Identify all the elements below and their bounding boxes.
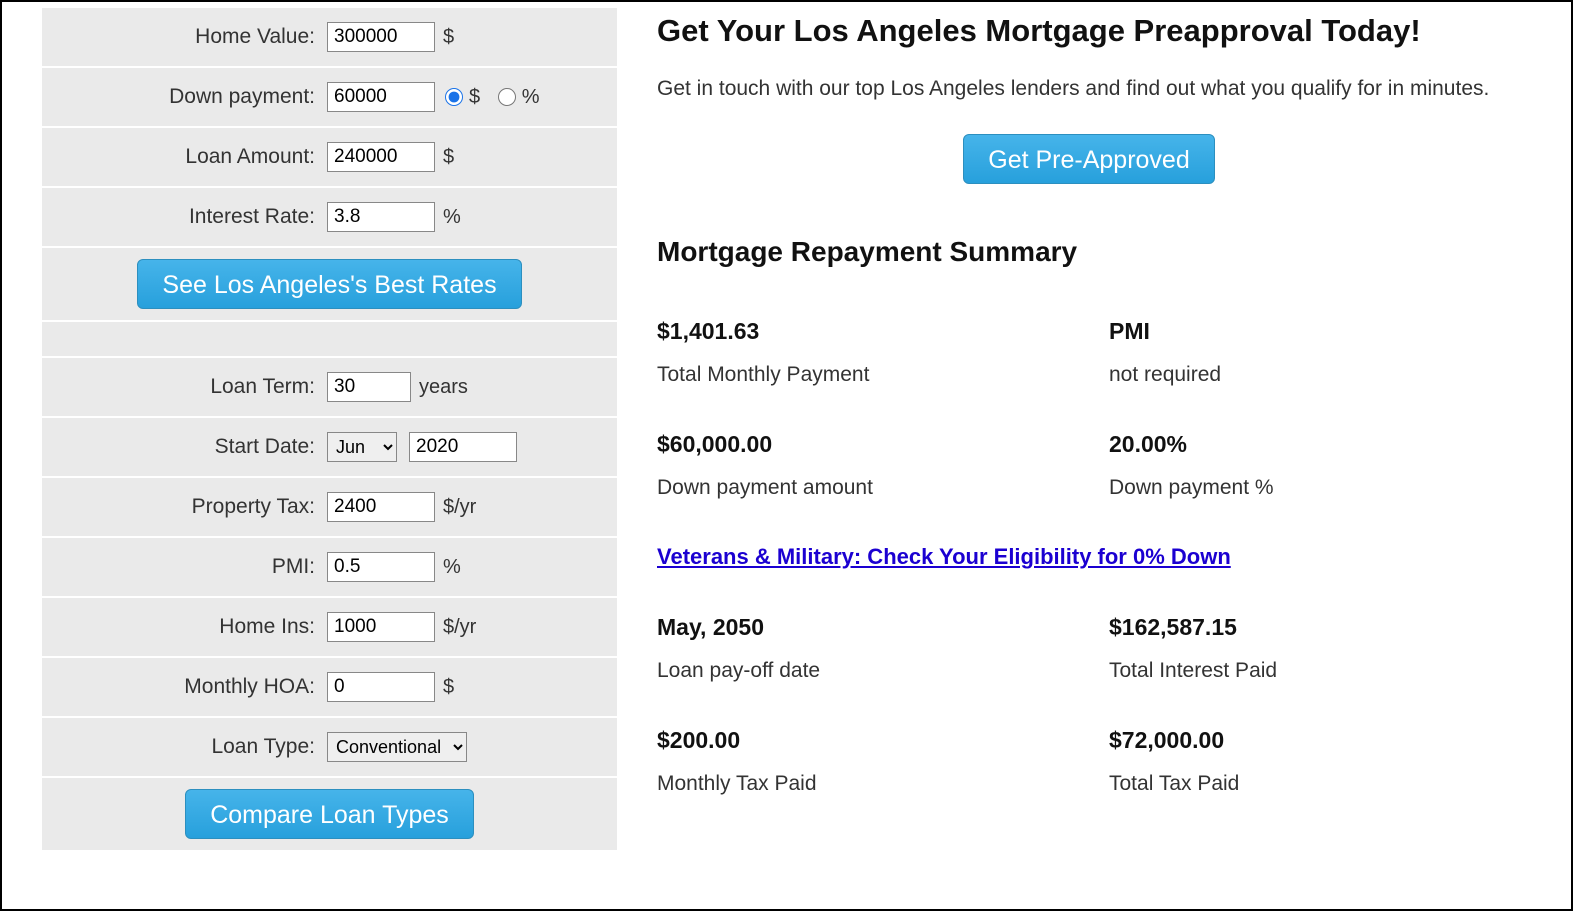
summary-down-pct: 20.00% Down payment % — [1109, 431, 1521, 500]
row-hoa: Monthly HOA: $ — [42, 658, 617, 716]
row-loan-type: Loan Type: Conventional — [42, 718, 617, 776]
loan-term-input[interactable] — [327, 372, 411, 402]
summary-heading: Mortgage Repayment Summary — [657, 236, 1521, 268]
preapproval-subtext: Get in touch with our top Los Angeles le… — [657, 73, 1521, 105]
row-property-tax: Property Tax: $/yr — [42, 478, 617, 536]
row-loan-amount: Loan Amount: $ — [42, 128, 617, 186]
loan-type-label: Loan Type: — [52, 735, 327, 759]
home-value-input[interactable] — [327, 22, 435, 52]
pmi-input[interactable] — [327, 552, 435, 582]
row-down-payment: Down payment: $ % — [42, 68, 617, 126]
home-value-label: Home Value: — [52, 25, 327, 49]
summary-down-amount: $60,000.00 Down payment amount — [657, 431, 1069, 500]
loan-amount-unit: $ — [443, 146, 454, 169]
home-ins-unit: $/yr — [443, 616, 476, 639]
row-home-value: Home Value: $ — [42, 8, 617, 66]
summary-pmi-status: PMI not required — [1109, 318, 1521, 387]
hoa-input[interactable] — [327, 672, 435, 702]
down-payment-dollar-radio[interactable] — [445, 88, 463, 106]
summary-monthly-payment: $1,401.63 Total Monthly Payment — [657, 318, 1069, 387]
preapproval-heading: Get Your Los Angeles Mortgage Preapprova… — [657, 12, 1521, 51]
dollar-unit-label: $ — [469, 86, 480, 109]
veterans-eligibility-link[interactable]: Veterans & Military: Check Your Eligibil… — [657, 544, 1521, 570]
summary-row-2: $60,000.00 Down payment amount 20.00% Do… — [657, 431, 1521, 544]
start-date-label: Start Date: — [52, 435, 327, 459]
loan-term-label: Loan Term: — [52, 375, 327, 399]
loan-type-select[interactable]: Conventional — [327, 732, 467, 762]
home-ins-input[interactable] — [327, 612, 435, 642]
get-preapproved-button[interactable]: Get Pre-Approved — [963, 134, 1215, 184]
home-ins-label: Home Ins: — [52, 615, 327, 639]
row-home-ins: Home Ins: $/yr — [42, 598, 617, 656]
summary-row-3: May, 2050 Loan pay-off date $162,587.15 … — [657, 614, 1521, 727]
summary-row-1: $1,401.63 Total Monthly Payment PMI not … — [657, 318, 1521, 431]
start-month-select[interactable]: Jun — [327, 432, 397, 462]
property-tax-label: Property Tax: — [52, 495, 327, 519]
loan-amount-input[interactable] — [327, 142, 435, 172]
spacer — [42, 322, 617, 356]
interest-rate-unit: % — [443, 206, 461, 229]
row-pmi: PMI: % — [42, 538, 617, 596]
loan-term-unit: years — [419, 376, 468, 399]
row-compare: Compare Loan Types — [42, 778, 617, 850]
percent-unit-label: % — [522, 86, 540, 109]
pmi-unit: % — [443, 556, 461, 579]
row-start-date: Start Date: Jun — [42, 418, 617, 476]
down-payment-percent-radio[interactable] — [498, 88, 516, 106]
summary-total-tax: $72,000.00 Total Tax Paid — [1109, 727, 1521, 796]
pmi-label: PMI: — [52, 555, 327, 579]
row-best-rates: See Los Angeles's Best Rates — [42, 248, 617, 320]
summary-monthly-tax: $200.00 Monthly Tax Paid — [657, 727, 1069, 796]
row-interest-rate: Interest Rate: % — [42, 188, 617, 246]
start-year-input[interactable] — [409, 432, 517, 462]
interest-rate-input[interactable] — [327, 202, 435, 232]
hoa-label: Monthly HOA: — [52, 675, 327, 699]
property-tax-input[interactable] — [327, 492, 435, 522]
compare-loan-types-button[interactable]: Compare Loan Types — [185, 789, 474, 839]
summary-row-4: $200.00 Monthly Tax Paid $72,000.00 Tota… — [657, 727, 1521, 840]
summary-total-interest: $162,587.15 Total Interest Paid — [1109, 614, 1521, 683]
results-panel: Get Your Los Angeles Mortgage Preapprova… — [617, 2, 1541, 909]
hoa-unit: $ — [443, 676, 454, 699]
interest-rate-label: Interest Rate: — [52, 205, 327, 229]
loan-amount-label: Loan Amount: — [52, 145, 327, 169]
row-loan-term: Loan Term: years — [42, 358, 617, 416]
down-payment-label: Down payment: — [52, 85, 327, 109]
property-tax-unit: $/yr — [443, 496, 476, 519]
best-rates-button[interactable]: See Los Angeles's Best Rates — [137, 259, 521, 309]
home-value-unit: $ — [443, 26, 454, 49]
summary-payoff-date: May, 2050 Loan pay-off date — [657, 614, 1069, 683]
calculator-form: Home Value: $ Down payment: $ % Loan Amo… — [42, 2, 617, 909]
down-payment-input[interactable] — [327, 82, 435, 112]
